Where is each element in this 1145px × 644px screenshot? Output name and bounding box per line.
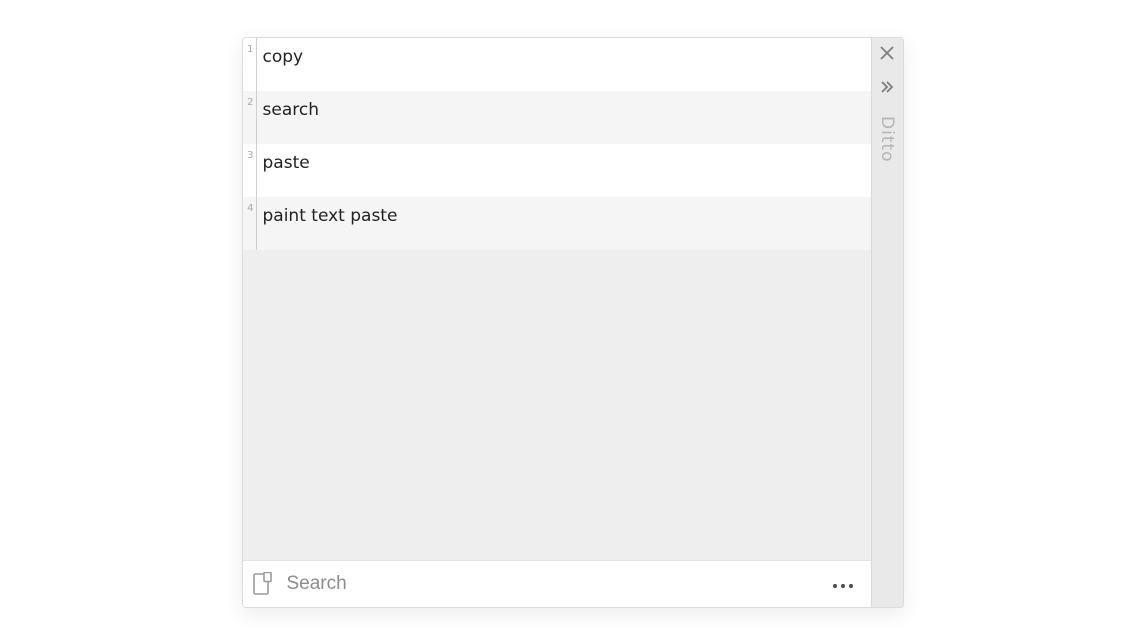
clip-item[interactable]: 2 search [243, 91, 871, 144]
close-icon [880, 45, 894, 64]
clip-index: 1 [243, 38, 257, 91]
app-window: 1 copy 2 search 3 paste 4 paint text pas… [242, 37, 904, 608]
more-horizontal-icon [832, 573, 854, 594]
sidebar: Ditto [871, 38, 903, 607]
app-title: Ditto [877, 116, 897, 163]
more-button[interactable] [825, 566, 861, 602]
clip-item[interactable]: 3 paste [243, 144, 871, 197]
close-button[interactable] [871, 38, 903, 72]
clip-index: 2 [243, 91, 257, 144]
clip-list[interactable]: 1 copy 2 search 3 paste 4 paint text pas… [243, 38, 871, 560]
clip-item[interactable]: 1 copy [243, 38, 871, 91]
clip-text: copy [257, 38, 871, 91]
content-area: 1 copy 2 search 3 paste 4 paint text pas… [243, 38, 871, 607]
clip-text: search [257, 91, 871, 144]
clip-text: paint text paste [257, 197, 871, 250]
footer-bar [243, 560, 871, 607]
chevron-right-double-icon [880, 79, 894, 98]
clipboard-icon[interactable] [253, 572, 273, 596]
expand-button[interactable] [871, 72, 903, 106]
clip-text: paste [257, 144, 871, 197]
clip-index: 3 [243, 144, 257, 197]
clip-item[interactable]: 4 paint text paste [243, 197, 871, 250]
clip-index: 4 [243, 197, 257, 250]
search-input[interactable] [287, 573, 825, 595]
